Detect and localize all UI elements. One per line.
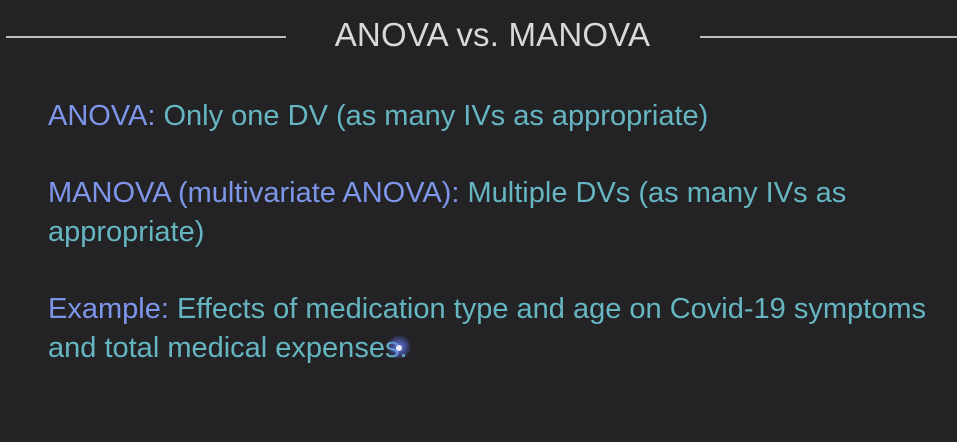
example-text-block: Example: Effects of medication type and … bbox=[48, 290, 948, 368]
manova-definition: MANOVA (multivariate ANOVA): Multiple DV… bbox=[48, 174, 948, 252]
example-term: Example: bbox=[48, 293, 169, 325]
title-row: ANOVA vs. MANOVA bbox=[0, 12, 957, 62]
title-rule-left bbox=[6, 36, 286, 38]
anova-term: ANOVA: bbox=[48, 100, 156, 132]
example-text: Effects of medication type and age on Co… bbox=[48, 293, 926, 364]
slide-title: ANOVA vs. MANOVA bbox=[334, 16, 651, 53]
slide: ANOVA vs. MANOVA ANOVA: Only one DV (as … bbox=[0, 0, 957, 442]
title-rule-right bbox=[700, 36, 957, 38]
anova-text: Only one DV (as many IVs as appropriate) bbox=[155, 100, 709, 132]
cursor-dot-icon bbox=[396, 345, 402, 351]
manova-term: MANOVA (multivariate ANOVA): bbox=[48, 177, 460, 209]
anova-definition: ANOVA: Only one DV (as many IVs as appro… bbox=[48, 97, 948, 136]
